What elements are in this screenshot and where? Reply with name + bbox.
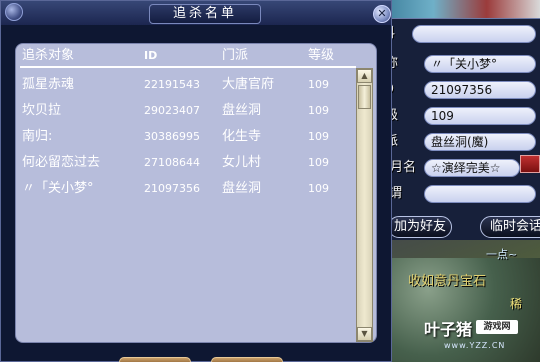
row-school: 盘丝洞: [222, 181, 262, 196]
column-header-id[interactable]: ID: [144, 46, 157, 66]
row-id: 21097356: [144, 182, 200, 195]
info-field-remark: [424, 185, 536, 203]
info-row-header: 料: [376, 23, 540, 45]
scroll-up-arrow-icon[interactable]: ▲: [357, 69, 372, 83]
row-id: 27108644: [144, 156, 200, 169]
corner-gem-icon: [5, 3, 23, 21]
scene-text-b: 一点~: [486, 248, 518, 261]
watermark-url: www.YZZ.CN: [444, 341, 506, 350]
column-header-school[interactable]: 门派: [222, 46, 248, 66]
row-level: 109: [308, 104, 329, 117]
column-header-level[interactable]: 等级: [308, 46, 334, 66]
info-row-team: 月名 ☆演绎完美☆: [376, 157, 540, 179]
column-header-name[interactable]: 追杀对象: [22, 46, 74, 66]
bottom-button-left[interactable]: [119, 357, 191, 362]
table-row[interactable]: 何必留恋过去 27108644 女儿村 109: [20, 150, 356, 176]
info-field-id: 21097356: [424, 81, 536, 99]
row-school: 女儿村: [222, 155, 262, 170]
row-name: 孤星赤魂: [22, 77, 75, 92]
row-level: 109: [308, 156, 329, 169]
row-name: 南归:: [22, 129, 53, 144]
scene-text-c: 稀: [510, 297, 523, 311]
table-row[interactable]: 坎贝拉 29023407 盘丝洞 109: [20, 98, 356, 124]
bottom-button-right[interactable]: [211, 357, 283, 362]
row-name: 〃「关小梦°: [22, 181, 94, 196]
scroll-down-arrow-icon[interactable]: ▼: [357, 327, 372, 341]
color-swatch-button[interactable]: [520, 155, 540, 173]
info-header-field: [412, 25, 536, 43]
row-level: 109: [308, 182, 329, 195]
add-friend-button[interactable]: 加为好友: [388, 216, 452, 238]
row-school: 盘丝洞: [222, 103, 262, 118]
info-field-team: ☆演绎完美☆: [424, 159, 520, 177]
table-row[interactable]: 南归: 30386995 化生寺 109: [20, 124, 356, 150]
row-level: 109: [308, 130, 329, 143]
list-header: 追杀对象 ID 门派 等级: [20, 46, 356, 68]
hunt-list-panel: 追杀对象 ID 门派 等级 孤星赤魂 22191543 大唐官府 109 坎贝拉…: [15, 43, 377, 343]
hunt-list-window: 追杀名单 ✕ 追杀对象 ID 门派 等级 孤星赤魂 22191543 大唐官府 …: [0, 0, 392, 362]
row-level: 109: [308, 78, 329, 91]
temp-chat-button[interactable]: 临时会话: [480, 216, 540, 238]
window-title: 追杀名单: [149, 4, 261, 24]
list-scrollbar[interactable]: ▲ ▼: [356, 68, 373, 342]
row-name: 何必留恋过去: [22, 155, 101, 170]
player-info-panel: 料 称 〃「关小梦° ID 21097356 级 109 派 盘丝洞(魔) 月名…: [376, 18, 540, 240]
table-row[interactable]: 孤星赤魂 22191543 大唐官府 109: [20, 72, 356, 98]
info-row-remark: 谓: [376, 183, 540, 205]
info-field-title: 〃「关小梦°: [424, 55, 536, 73]
info-field-school: 盘丝洞(魔): [424, 133, 536, 151]
row-school: 化生寺: [222, 129, 262, 144]
info-field-level: 109: [424, 107, 536, 125]
row-id: 22191543: [144, 78, 200, 91]
info-row-level: 级 109: [376, 105, 540, 127]
info-row-school: 派 盘丝洞(魔): [376, 131, 540, 153]
watermark-tag: 游戏网: [476, 320, 518, 334]
list-rows: 孤星赤魂 22191543 大唐官府 109 坎贝拉 29023407 盘丝洞 …: [20, 72, 356, 202]
scene-text-a: 收如意丹宝石: [408, 274, 487, 289]
row-id: 29023407: [144, 104, 200, 117]
info-row-id: ID 21097356: [376, 79, 540, 101]
scroll-thumb[interactable]: [358, 85, 371, 109]
row-id: 30386995: [144, 130, 200, 143]
row-name: 坎贝拉: [22, 103, 62, 118]
table-row[interactable]: 〃「关小梦° 21097356 盘丝洞 109: [20, 176, 356, 202]
row-school: 大唐官府: [222, 77, 275, 92]
close-icon[interactable]: ✕: [373, 5, 391, 23]
info-row-title: 称 〃「关小梦°: [376, 53, 540, 75]
watermark-brand: 叶子猪: [424, 320, 473, 339]
